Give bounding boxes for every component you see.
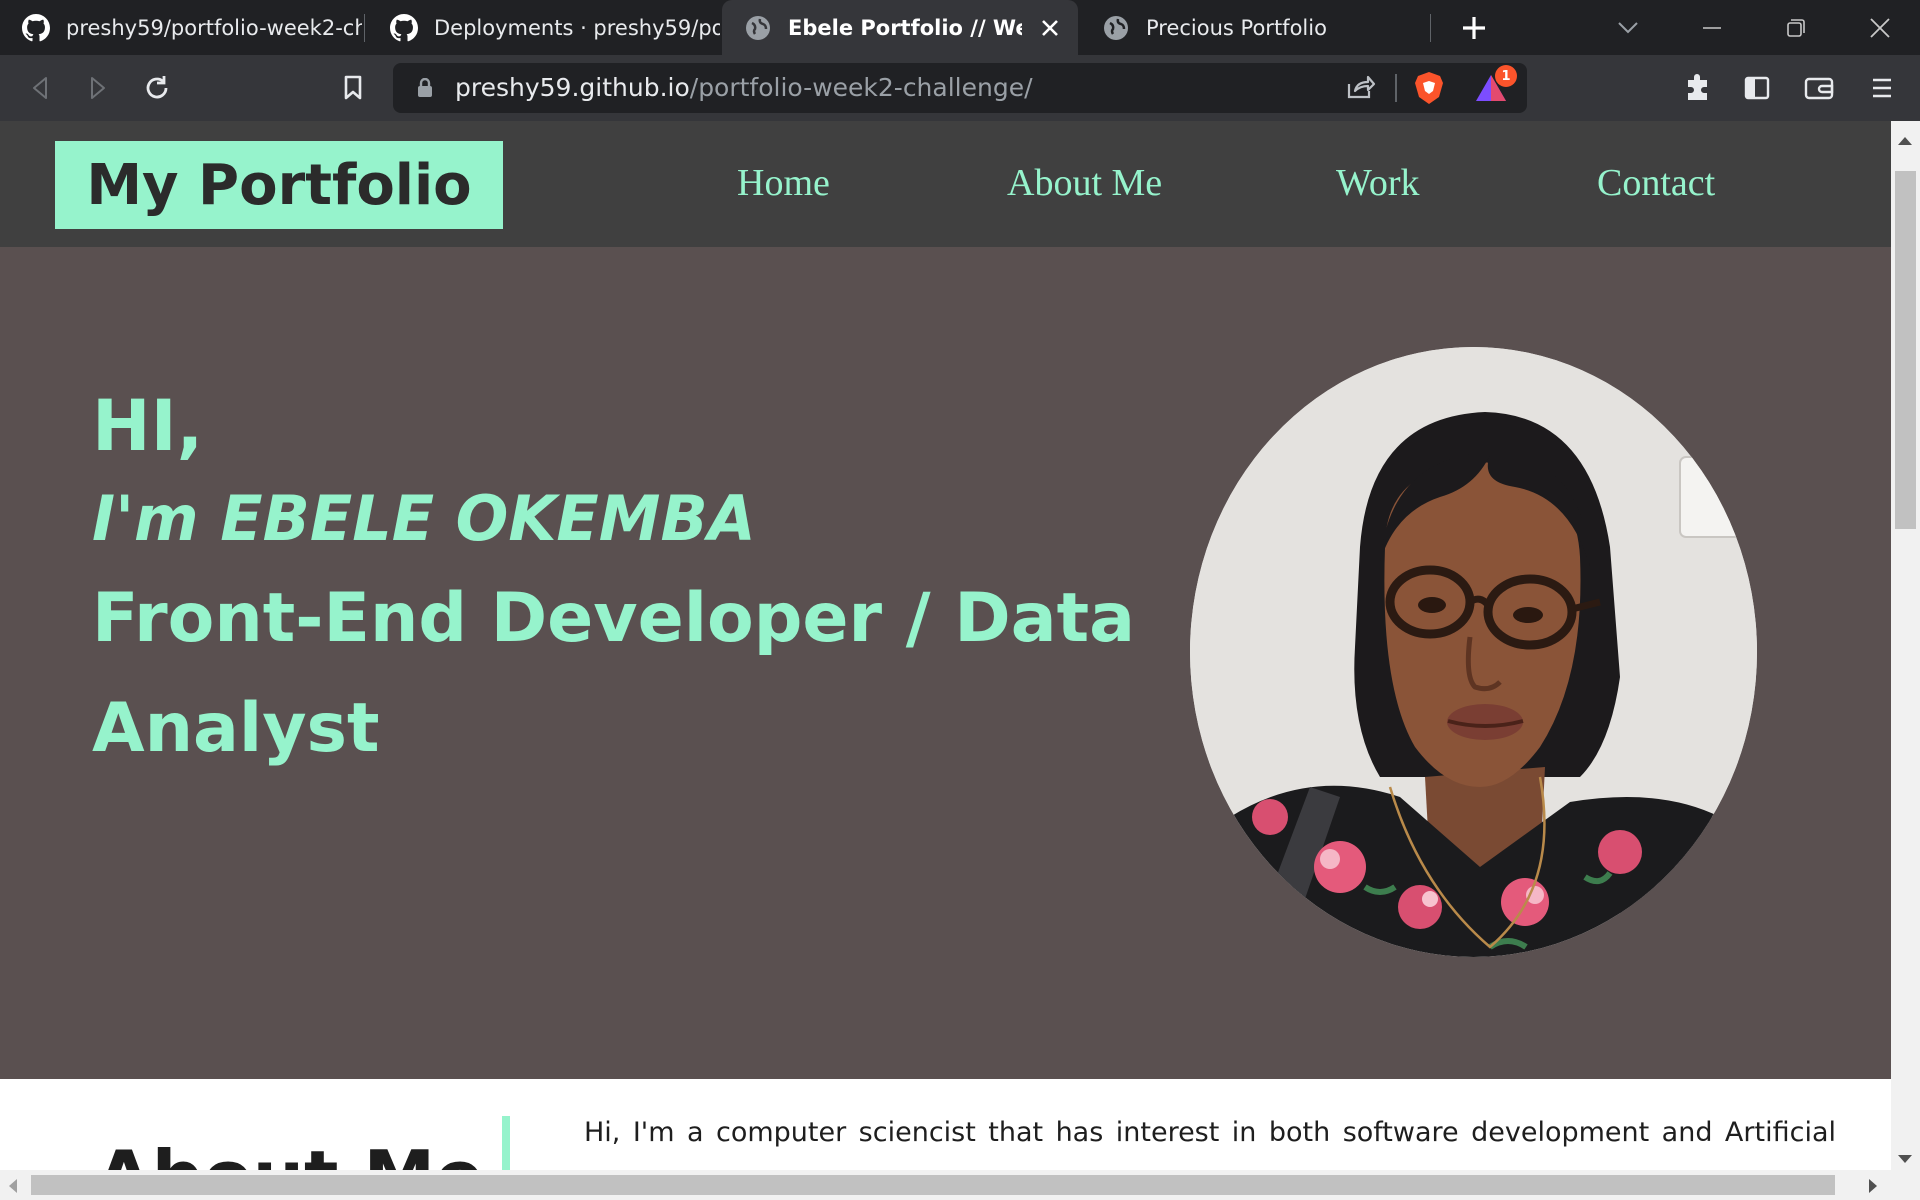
- forward-button[interactable]: [78, 68, 118, 108]
- menu-icon[interactable]: [1862, 68, 1902, 108]
- tab-title: Deployments · preshy59/portfolio-week2-c…: [434, 15, 720, 40]
- vertical-scrollbar[interactable]: [1891, 121, 1920, 1170]
- extensions-icon[interactable]: [1678, 68, 1718, 108]
- horizontal-scrollbar[interactable]: [0, 1170, 1920, 1200]
- minimize-button[interactable]: [1692, 8, 1732, 48]
- new-tab-button[interactable]: [1454, 8, 1494, 48]
- close-window-button[interactable]: [1860, 8, 1900, 48]
- tab-deployments[interactable]: Deployments · preshy59/portfolio-week2-c…: [368, 0, 720, 55]
- brave-shields-icon[interactable]: [1413, 71, 1445, 109]
- tab-search-chevron-icon[interactable]: [1608, 8, 1648, 48]
- url-text: preshy59.github.io/portfolio-week2-chall…: [455, 73, 1033, 102]
- url-path: /portfolio-week2-challenge/: [689, 73, 1033, 102]
- browser-toolbar: preshy59.github.io/portfolio-week2-chall…: [0, 55, 1920, 121]
- globe-icon: [744, 14, 772, 42]
- globe-icon: [1102, 14, 1130, 42]
- rewards-badge: 1: [1495, 65, 1517, 87]
- hero-section: HI, I'm EBELE OKEMBA Front-End Developer…: [0, 247, 1891, 1079]
- hero-role: Front-End Developer / Data: [92, 579, 1135, 658]
- github-icon: [390, 13, 418, 42]
- about-section: About Me Hi, I'm a computer sciencist th…: [0, 1079, 1891, 1170]
- tab-divider: [1430, 14, 1431, 42]
- share-icon[interactable]: [1346, 74, 1376, 104]
- url-host: preshy59.github.io: [455, 73, 690, 102]
- logo-text: My Portfolio: [86, 152, 472, 218]
- about-divider: [502, 1116, 510, 1170]
- site-header: My Portfolio Home About Me Work Contact: [0, 121, 1891, 247]
- tab-title: Ebele Portfolio // Web Developer: [788, 15, 1022, 40]
- about-paragraph: Hi, I'm a computer sciencist that has in…: [584, 1117, 1836, 1148]
- address-bar[interactable]: preshy59.github.io/portfolio-week2-chall…: [393, 63, 1527, 113]
- wallet-icon[interactable]: [1799, 68, 1839, 108]
- back-button[interactable]: [20, 68, 60, 108]
- tab-title: Precious Portfolio: [1146, 15, 1327, 40]
- hero-name: I'm EBELE OKEMBA: [92, 482, 756, 555]
- omnibox-divider: [1395, 74, 1397, 102]
- tab-strip: preshy59/portfolio-week2-challenge Deplo…: [0, 0, 1920, 55]
- nav-home[interactable]: Home: [737, 161, 830, 205]
- scroll-down-arrow-icon[interactable]: [1897, 1149, 1913, 1168]
- vertical-scroll-thumb[interactable]: [1895, 171, 1916, 529]
- tab-ebele-portfolio[interactable]: Ebele Portfolio // Web Developer: [722, 0, 1078, 55]
- hero-role-continued: Analyst: [92, 689, 380, 768]
- nav-work[interactable]: Work: [1336, 161, 1419, 205]
- bookmark-icon[interactable]: [333, 68, 373, 108]
- horizontal-scroll-thumb[interactable]: [31, 1175, 1835, 1195]
- restore-button[interactable]: [1776, 8, 1816, 48]
- about-heading: About Me: [96, 1135, 484, 1170]
- scroll-up-arrow-icon[interactable]: [1897, 131, 1913, 150]
- tab-precious-portfolio[interactable]: Precious Portfolio: [1080, 0, 1430, 55]
- nav-about-me[interactable]: About Me: [1007, 161, 1162, 205]
- hero-greeting: HI,: [92, 385, 204, 467]
- tab-divider: [364, 14, 365, 42]
- profile-photo: [1190, 347, 1757, 957]
- tab-title: preshy59/portfolio-week2-challenge: [66, 15, 362, 40]
- scroll-right-arrow-icon[interactable]: [1868, 1178, 1878, 1198]
- scroll-left-arrow-icon[interactable]: [8, 1178, 18, 1198]
- lock-icon[interactable]: [417, 77, 433, 102]
- page-viewport: My Portfolio Home About Me Work Contact …: [0, 121, 1891, 1170]
- sidebar-icon[interactable]: [1737, 68, 1777, 108]
- github-icon: [22, 13, 50, 42]
- nav-contact[interactable]: Contact: [1597, 161, 1715, 205]
- reload-button[interactable]: [137, 68, 177, 108]
- close-tab-icon[interactable]: [1036, 14, 1064, 42]
- site-logo[interactable]: My Portfolio: [55, 141, 503, 229]
- tab-github-repo[interactable]: preshy59/portfolio-week2-challenge: [0, 0, 362, 55]
